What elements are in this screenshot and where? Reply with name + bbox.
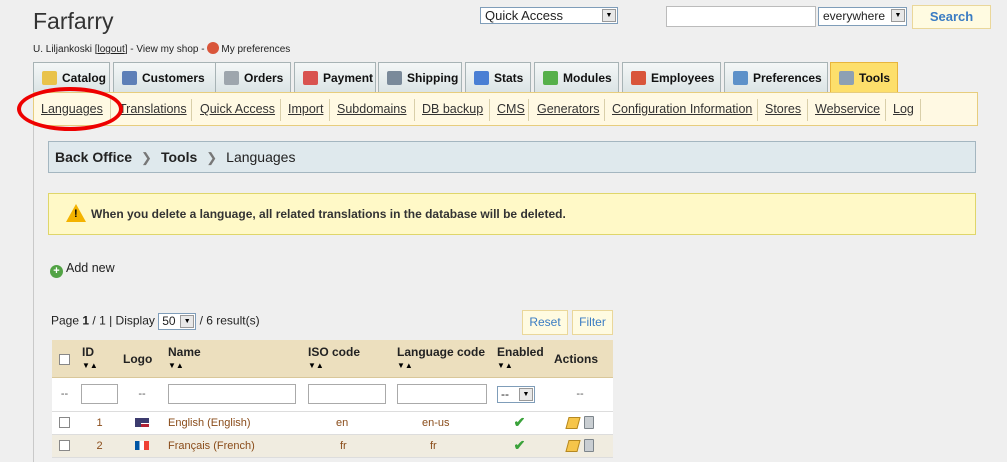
add-icon: +: [50, 265, 63, 278]
select-all-checkbox[interactable]: [59, 354, 70, 366]
preferences-icon: [733, 71, 748, 85]
subnav-quick-access[interactable]: Quick Access: [200, 102, 275, 116]
tools-subnav: Languages Translations Quick Access Impo…: [33, 92, 978, 126]
logout-link[interactable]: logout: [97, 44, 124, 55]
row-checkbox[interactable]: [59, 417, 70, 429]
tab-tools[interactable]: Tools: [830, 62, 898, 92]
sort-arrows-icon[interactable]: ▼▲: [168, 361, 301, 371]
enabled-filter-select[interactable]: -- ▼: [497, 385, 535, 403]
warning-message: ! When you delete a language, all relate…: [48, 193, 976, 235]
language-code-filter-input[interactable]: [397, 384, 487, 404]
enabled-check-icon[interactable]: ✔: [514, 414, 526, 430]
edit-icon[interactable]: [564, 416, 581, 429]
chevron-right-icon: ❯: [141, 150, 152, 165]
subnav-import[interactable]: Import: [288, 102, 323, 116]
folder-icon: [42, 71, 57, 85]
tab-modules[interactable]: Modules: [534, 62, 619, 92]
sort-arrows-icon[interactable]: ▼▲: [82, 361, 121, 371]
chevron-right-icon: ❯: [206, 150, 218, 165]
tab-preferences[interactable]: Preferences: [724, 62, 828, 92]
warning-icon: !: [66, 204, 86, 222]
add-new-link[interactable]: + Add new: [50, 261, 115, 278]
search-input[interactable]: [666, 6, 816, 27]
iso-filter-input[interactable]: [308, 384, 386, 404]
table-row[interactable]: 2 Français (French) fr fr ✔: [52, 434, 613, 458]
payment-icon: [303, 71, 318, 85]
table-row[interactable]: 1 English (English) en en-us ✔: [52, 411, 613, 435]
preferences-user-icon: [207, 42, 220, 54]
subnav-languages[interactable]: Languages: [41, 102, 103, 116]
breadcrumb-tools[interactable]: Tools: [161, 149, 197, 165]
trash-icon[interactable]: [583, 416, 594, 429]
tab-orders[interactable]: Orders: [215, 62, 291, 92]
subnav-translations[interactable]: Translations: [119, 102, 187, 116]
pagination: Page 1 / 1 | Display 50 ▼ / 6 result(s): [51, 313, 260, 330]
subnav-subdomains[interactable]: Subdomains: [337, 102, 407, 116]
subnav-cms[interactable]: CMS: [497, 102, 525, 116]
puzzle-icon: [543, 71, 558, 85]
sort-arrows-icon[interactable]: ▼▲: [497, 361, 546, 371]
flag-fr-icon: [135, 441, 149, 451]
content-divider: [33, 126, 34, 462]
truck-icon: [387, 71, 402, 85]
enabled-check-icon[interactable]: ✔: [514, 437, 526, 453]
flag-us-icon: [135, 418, 149, 428]
tab-payment[interactable]: Payment: [294, 62, 376, 92]
filter-button[interactable]: Filter: [572, 310, 613, 335]
sort-arrows-icon[interactable]: ▼▲: [397, 361, 491, 371]
subnav-configuration-information[interactable]: Configuration Information: [612, 102, 752, 116]
table-header: ID ▼▲ Logo Name ▼▲ ISO code ▼▲ Language cod…: [52, 340, 613, 378]
chevron-down-icon: ▼: [519, 387, 533, 401]
sort-arrows-icon[interactable]: ▼▲: [308, 361, 391, 371]
chevron-down-icon: ▼: [180, 315, 195, 328]
employees-icon: [631, 71, 646, 85]
trash-icon[interactable]: [583, 439, 594, 452]
reset-button[interactable]: Reset: [522, 310, 568, 335]
tab-stats[interactable]: Stats: [465, 62, 531, 92]
customers-icon: [122, 71, 137, 85]
filter-row: -- -- -- ▼ --: [52, 377, 613, 412]
subnav-stores[interactable]: Stores: [765, 102, 801, 116]
wrench-icon: [839, 71, 854, 85]
tab-employees[interactable]: Employees: [622, 62, 721, 92]
tab-shipping[interactable]: Shipping: [378, 62, 462, 92]
subnav-log[interactable]: Log: [893, 102, 914, 116]
name-filter-input[interactable]: [168, 384, 296, 404]
my-preferences-link[interactable]: My preferences: [221, 44, 290, 55]
per-page-select[interactable]: 50 ▼: [158, 313, 197, 330]
search-scope-select[interactable]: everywhere ▼: [818, 7, 907, 26]
cart-icon: [224, 71, 239, 85]
chevron-down-icon: ▼: [891, 9, 905, 22]
stats-icon: [474, 71, 489, 85]
breadcrumb: Back Office ❯ Tools ❯ Languages: [48, 141, 976, 173]
user-line: U. Liljankoski [logout] - View my shop -…: [33, 42, 291, 55]
row-checkbox[interactable]: [59, 440, 70, 452]
subnav-db-backup[interactable]: DB backup: [422, 102, 483, 116]
breadcrumb-languages: Languages: [226, 149, 296, 165]
search-button[interactable]: Search: [912, 5, 991, 29]
subnav-webservice[interactable]: Webservice: [815, 102, 880, 116]
quick-access-select[interactable]: Quick Access ▼: [480, 7, 618, 24]
tab-catalog[interactable]: Catalog: [33, 62, 110, 92]
shop-name: Farfarry: [33, 8, 114, 34]
breadcrumb-back-office[interactable]: Back Office: [55, 149, 132, 165]
subnav-generators[interactable]: Generators: [537, 102, 600, 116]
languages-table: ID ▼▲ Logo Name ▼▲ ISO code ▼▲ Language cod…: [52, 340, 613, 458]
user-name: U. Liljankoski: [33, 44, 92, 55]
id-filter-input[interactable]: [81, 384, 118, 404]
edit-icon[interactable]: [564, 439, 581, 452]
chevron-down-icon: ▼: [602, 9, 616, 22]
view-shop-link[interactable]: View my shop: [136, 44, 198, 55]
